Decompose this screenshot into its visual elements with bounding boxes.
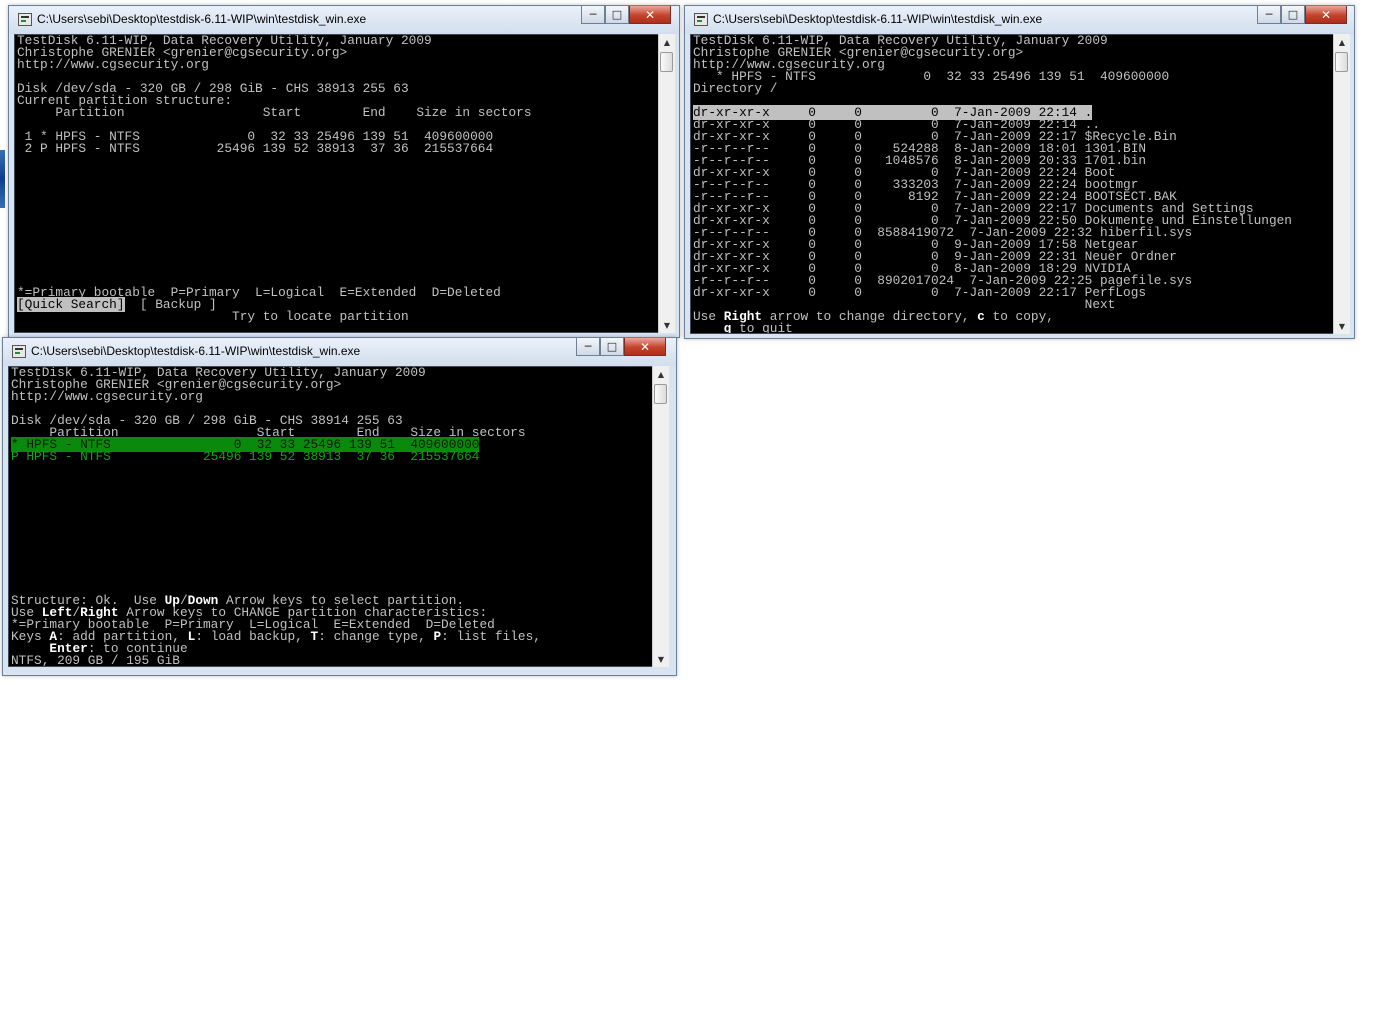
scroll-thumb[interactable]	[654, 384, 667, 404]
window-directory-listing[interactable]: C:\Users\sebi\Desktop\testdisk-6.11-WIP\…	[684, 5, 1355, 339]
maximize-button[interactable]: □	[605, 6, 629, 24]
console-output[interactable]: TestDisk 6.11-WIP, Data Recovery Utility…	[690, 34, 1336, 334]
close-button[interactable]: ✕	[629, 6, 671, 24]
scroll-up-icon[interactable]: ▲	[659, 34, 675, 50]
console-segment: c	[977, 309, 985, 324]
console-line: * HPFS - NTFS 0 32 33 25496 139 51 40960…	[693, 70, 1335, 83]
titlebar[interactable]: C:\Users\sebi\Desktop\testdisk-6.11-WIP\…	[9, 6, 679, 34]
console-text: TestDisk 6.11-WIP, Data Recovery Utility…	[15, 35, 659, 323]
console-app-icon	[694, 13, 708, 26]
console-segment: arrow to change directory,	[762, 309, 978, 324]
window-title: C:\Users\sebi\Desktop\testdisk-6.11-WIP\…	[31, 344, 361, 358]
titlebar[interactable]: C:\Users\sebi\Desktop\testdisk-6.11-WIP\…	[685, 6, 1354, 34]
console-segment: P	[433, 629, 442, 644]
console-output[interactable]: TestDisk 6.11-WIP, Data Recovery Utility…	[8, 366, 654, 667]
console-line: NTFS, 209 GB / 195 GiB	[11, 653, 653, 667]
scroll-up-icon[interactable]: ▲	[653, 366, 669, 382]
console-line: P HPFS - NTFS 25496 139 52 38913 37 36 2…	[11, 449, 653, 464]
console-segment	[693, 321, 724, 333]
maximize-button[interactable]: □	[1281, 6, 1305, 24]
console-segment: NTFS, 209 GB / 195 GiB	[11, 653, 180, 667]
console-app-icon	[12, 345, 26, 358]
scroll-thumb[interactable]	[1335, 52, 1348, 72]
scroll-down-icon[interactable]: ▼	[659, 317, 675, 333]
window-partition-structure[interactable]: C:\Users\sebi\Desktop\testdisk-6.11-WIP\…	[8, 5, 680, 338]
console-line: q to quit	[693, 321, 1335, 334]
maximize-button[interactable]: □	[600, 338, 624, 356]
console-segment: http://www.cgsecurity.org	[17, 57, 209, 72]
console-line: Try to locate partition	[17, 309, 659, 324]
minimize-button[interactable]: ─	[1257, 6, 1281, 24]
vertical-scrollbar[interactable]: ▲ ▼	[658, 34, 675, 333]
console-segment: http://www.cgsecurity.org	[11, 389, 203, 404]
console-segment: : list files,	[441, 629, 541, 644]
console-segment: : change type,	[318, 629, 434, 644]
minimize-button[interactable]: ─	[581, 6, 605, 24]
console-segment: to copy,	[984, 309, 1054, 324]
console-segment: : load backup,	[195, 629, 311, 644]
console-line: http://www.cgsecurity.org	[11, 389, 653, 404]
console-text: TestDisk 6.11-WIP, Data Recovery Utility…	[691, 35, 1335, 334]
desktop-edge-left	[0, 150, 5, 208]
console-segment: P HPFS - NTFS 25496 139 52 38913 37 36 2…	[11, 449, 480, 464]
console-segment: 2 P HPFS - NTFS 25496 139 52 38913 37 36…	[17, 141, 494, 156]
console-app-icon	[18, 13, 32, 26]
vertical-scrollbar[interactable]: ▲ ▼	[1333, 34, 1350, 334]
console-line: 2 P HPFS - NTFS 25496 139 52 38913 37 36…	[17, 141, 659, 156]
console-segment: to quit	[731, 321, 793, 334]
console-segment: Try to locate partition	[17, 309, 409, 324]
scroll-up-icon[interactable]: ▲	[1334, 34, 1350, 50]
window-title: C:\Users\sebi\Desktop\testdisk-6.11-WIP\…	[37, 12, 367, 26]
console-text: TestDisk 6.11-WIP, Data Recovery Utility…	[9, 367, 653, 667]
window-title: C:\Users\sebi\Desktop\testdisk-6.11-WIP\…	[713, 12, 1043, 26]
scroll-thumb[interactable]	[660, 52, 673, 72]
close-button[interactable]: ✕	[1305, 6, 1347, 24]
console-segment: Directory /	[693, 81, 778, 96]
console-segment: Partition Start End Size in sectors	[17, 105, 532, 120]
console-line: Partition Start End Size in sectors	[17, 105, 659, 120]
console-output[interactable]: TestDisk 6.11-WIP, Data Recovery Utility…	[14, 34, 660, 333]
console-line: http://www.cgsecurity.org	[17, 57, 659, 72]
minimize-button[interactable]: ─	[576, 338, 600, 356]
window-partition-select[interactable]: C:\Users\sebi\Desktop\testdisk-6.11-WIP\…	[2, 337, 677, 676]
console-line: Directory /	[693, 81, 1335, 96]
scroll-down-icon[interactable]: ▼	[653, 651, 669, 667]
close-button[interactable]: ✕	[624, 338, 666, 356]
scroll-down-icon[interactable]: ▼	[1334, 318, 1350, 334]
vertical-scrollbar[interactable]: ▲ ▼	[652, 366, 669, 667]
